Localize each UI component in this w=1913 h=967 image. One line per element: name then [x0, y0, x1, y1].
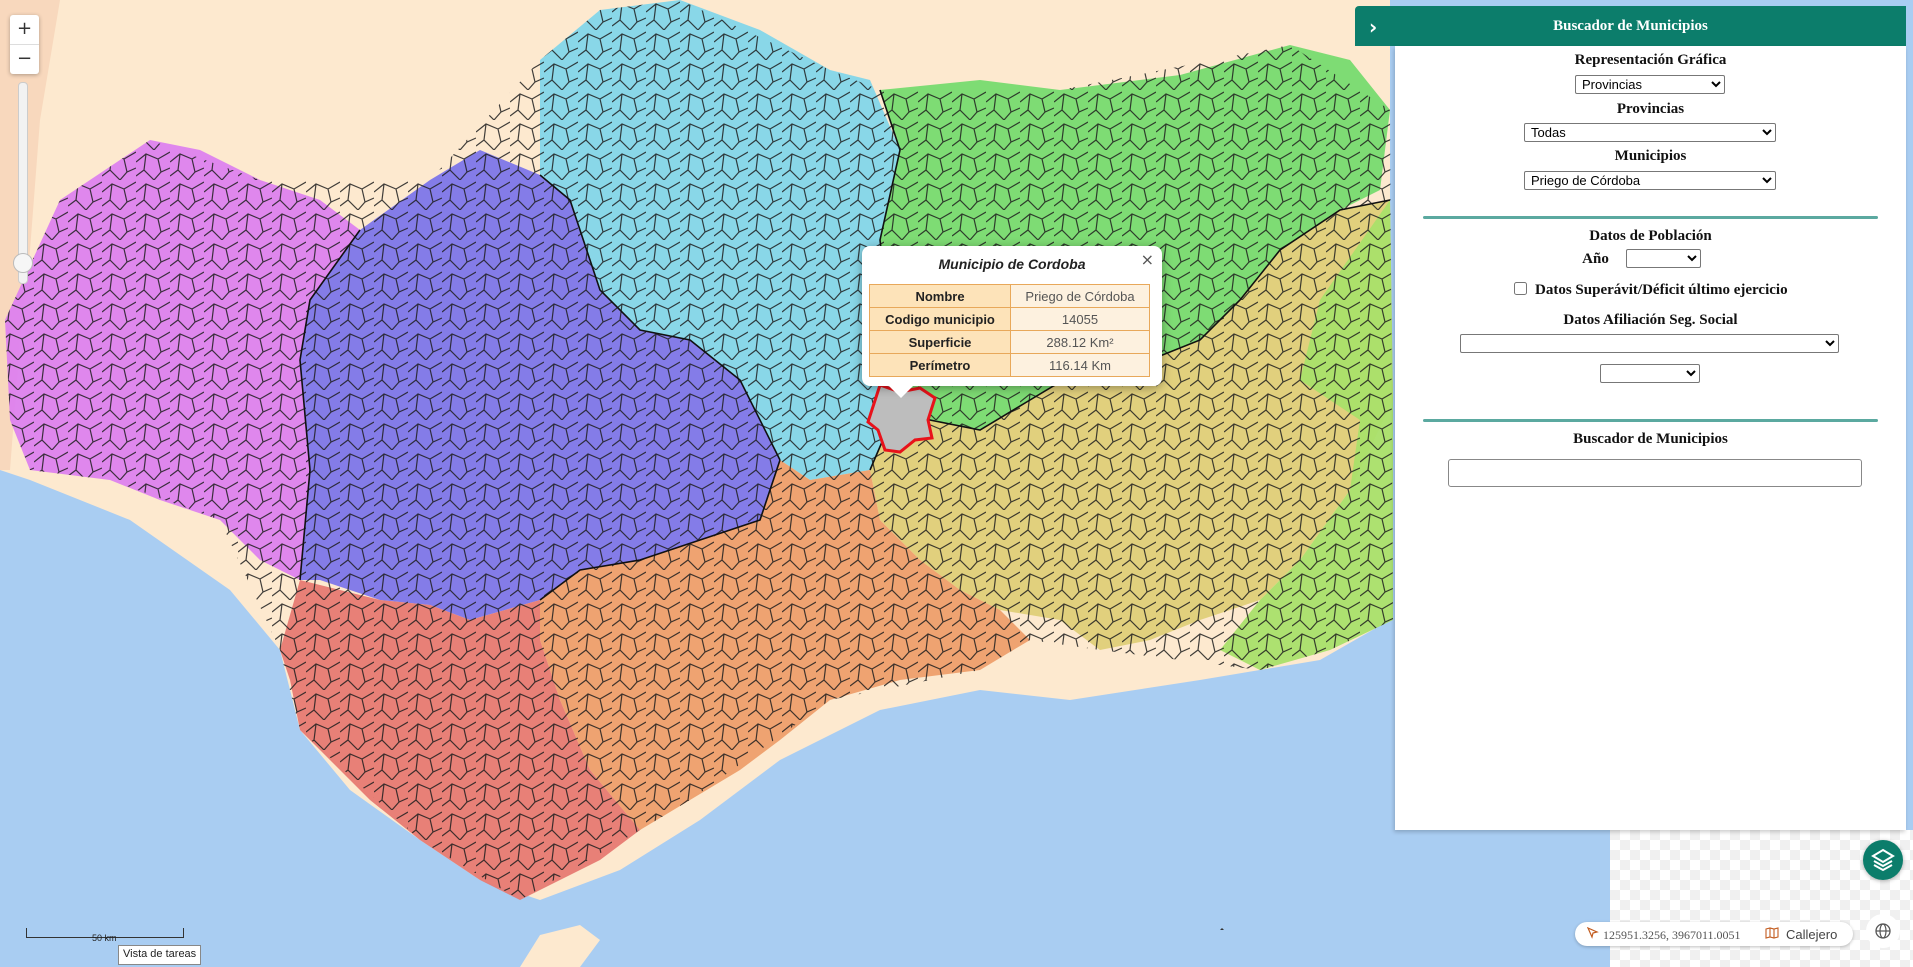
table-row: Nombre Priego de Córdoba [869, 284, 1150, 308]
globe-icon [1875, 923, 1891, 939]
divider [1423, 419, 1878, 422]
coordinates-readout: 125951.3256, 3967011.0051 [1603, 928, 1741, 942]
cursor-icon [1586, 926, 1599, 942]
coordinates-bar: 125951.3256, 3967011.0051 Callejero [1575, 922, 1853, 946]
row-value: 14055 [1010, 307, 1150, 331]
row-key: Nombre [869, 284, 1011, 308]
municipality-popup: Municipio de Cordoba × Nombre Priego de … [862, 246, 1162, 398]
superavit-checkbox[interactable] [1514, 282, 1527, 295]
row-key: Codigo municipio [869, 307, 1011, 331]
layers-icon [1871, 848, 1895, 872]
row-value: 288.12 Km² [1010, 330, 1150, 354]
pob-label: Datos de Población [1589, 228, 1712, 244]
zoom-in-button[interactable]: + [10, 15, 39, 44]
zoom-slider[interactable] [13, 82, 33, 284]
search-input[interactable] [1448, 459, 1862, 487]
afiliacion-subselect[interactable] [1600, 364, 1700, 383]
afiliacion-select[interactable] [1460, 334, 1839, 353]
anio-select[interactable] [1626, 249, 1701, 268]
municipality-search-panel: Representación Gráfica Provincias Provin… [1395, 46, 1906, 830]
row-key: Perímetro [869, 353, 1011, 377]
callejero-link[interactable]: Callejero [1786, 927, 1837, 942]
map-icon[interactable] [1765, 927, 1779, 942]
table-row: Perímetro 116.14 Km [869, 353, 1150, 377]
layers-button[interactable] [1863, 840, 1903, 880]
mun-select[interactable]: Priego de Córdoba [1524, 171, 1776, 190]
anio-label: Año [1582, 251, 1609, 267]
panel-header: › Buscador de Municipios [1355, 6, 1906, 46]
search-label: Buscador de Municipios [1573, 431, 1728, 447]
taskbar-tooltip: Vista de tareas [118, 945, 202, 965]
mun-label: Municipios [1614, 148, 1687, 164]
zoom-out-button[interactable]: − [10, 44, 39, 74]
popup-title: Municipio de Cordoba [938, 256, 1086, 272]
divider [1423, 216, 1878, 219]
zoom-slider-handle[interactable] [13, 253, 33, 273]
row-key: Superficie [869, 330, 1011, 354]
table-row: Codigo municipio 14055 [869, 307, 1150, 331]
table-row: Superficie 288.12 Km² [869, 330, 1150, 354]
superavit-label: Datos Superávit/Déficit último ejercicio [1535, 282, 1788, 298]
rep-select[interactable]: Provincias [1575, 75, 1725, 94]
scale-label: 50 km [92, 933, 117, 943]
popup-table: Nombre Priego de Córdoba Codigo municipi… [869, 284, 1150, 377]
row-value: 116.14 Km [1010, 353, 1150, 377]
close-icon[interactable]: × [1141, 250, 1154, 269]
panel-title: Buscador de Municipios [1553, 18, 1708, 34]
zoom-control: + − [10, 15, 39, 74]
prov-label: Provincias [1616, 101, 1685, 117]
afiliacion-label: Datos Afiliación Seg. Social [1563, 312, 1738, 328]
row-value: Priego de Córdoba [1010, 284, 1150, 308]
prov-select[interactable]: Todas [1524, 123, 1776, 142]
rep-label: Representación Gráfica [1574, 52, 1727, 68]
globe-button[interactable] [1866, 914, 1900, 948]
